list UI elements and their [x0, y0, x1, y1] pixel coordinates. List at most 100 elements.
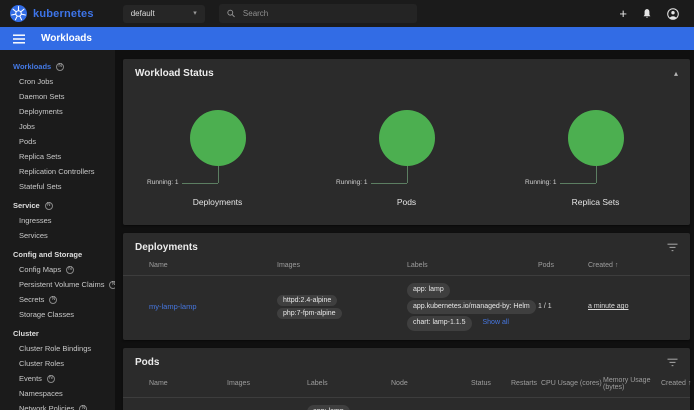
sidebar-item-storage-classes[interactable]: Storage Classes [0, 307, 115, 322]
sidebar-item-daemon-sets[interactable]: Daemon Sets [0, 89, 115, 104]
legend-connector [371, 183, 407, 184]
sidebar-item-namespaces[interactable]: Namespaces [0, 386, 115, 401]
sidebar-item-jobs[interactable]: Jobs [0, 119, 115, 134]
filter-icon[interactable] [667, 243, 678, 252]
legend-connector [218, 166, 219, 183]
namespaced-badge-icon: N [47, 375, 55, 383]
card-title: Pods [135, 357, 159, 368]
sidebar-item-label: Pods [19, 137, 36, 146]
namespaced-badge-icon: N [79, 405, 87, 410]
sidebar-item-cron-jobs[interactable]: Cron Jobs [0, 74, 115, 89]
pie-chart-replica-sets[interactable] [568, 110, 624, 166]
sidebar-item-deployments[interactable]: Deployments [0, 104, 115, 119]
search-bar[interactable] [219, 4, 417, 23]
label-chip: app: lamp [407, 283, 450, 298]
pods-table: Name Images Labels Node Status Restarts … [123, 371, 690, 410]
show-all-link[interactable]: Show all [482, 319, 508, 326]
sidebar-item-cluster-roles[interactable]: Cluster Roles [0, 356, 115, 371]
column-header-created[interactable]: Created ↑ [588, 256, 690, 276]
column-header-cpu-usage[interactable]: CPU Usage (cores) [541, 371, 603, 398]
chart-pods: Running: 1 Pods [312, 82, 501, 215]
column-header-images[interactable]: Images [227, 371, 307, 398]
column-header-created[interactable]: Created ↑ [661, 371, 690, 398]
search-input[interactable] [243, 9, 409, 18]
column-header-labels[interactable]: Labels [307, 371, 391, 398]
sidebar-item-label: Cluster [13, 329, 39, 338]
legend-label: Running: 1 [336, 179, 367, 186]
sidebar-item-label: Deployments [19, 107, 63, 116]
sidebar-item-replication-controllers[interactable]: Replication Controllers [0, 164, 115, 179]
legend-connector [596, 166, 597, 183]
sidebar-item-persistent-volume-claims[interactable]: Persistent Volume Claims N [0, 277, 115, 292]
filter-icon[interactable] [667, 358, 678, 367]
sidebar-item-pods[interactable]: Pods [0, 134, 115, 149]
deployments-card: Deployments Name [123, 233, 690, 340]
sidebar-item-secrets[interactable]: Secrets N [0, 292, 115, 307]
chart-replica-sets: Running: 1 Replica Sets [501, 82, 690, 215]
status-column-header [123, 371, 149, 398]
sidebar-item-label: Service [13, 201, 40, 210]
notifications-bell-icon[interactable] [642, 8, 652, 19]
pie-chart-deployments[interactable] [190, 110, 246, 166]
table-header-row: Name Images Labels Node Status Restarts … [123, 371, 690, 398]
card-title: Workload Status [135, 68, 214, 79]
column-header-restarts[interactable]: Restarts [511, 371, 541, 398]
chart-title: Pods [312, 197, 501, 207]
sidebar-item-replica-sets[interactable]: Replica Sets [0, 149, 115, 164]
sidebar-item-label: Stateful Sets [19, 182, 62, 191]
create-resource-button[interactable]: + [619, 9, 627, 19]
sidebar-item-events[interactable]: Events N [0, 371, 115, 386]
sidebar-item-cluster[interactable]: Cluster [0, 326, 115, 341]
column-header-status[interactable]: Status [471, 371, 511, 398]
legend-connector [407, 166, 408, 183]
deployment-name-link[interactable]: my-lamp-lamp [149, 302, 197, 311]
top-bar: kubernetes default ▾ + [0, 0, 694, 27]
column-header-name[interactable]: Name [149, 256, 277, 276]
user-account-icon[interactable] [667, 8, 679, 20]
sidebar-item-workloads[interactable]: Workloads N [0, 59, 115, 74]
search-icon [227, 9, 235, 18]
sidebar-item-config-maps[interactable]: Config Maps N [0, 262, 115, 277]
workload-status-charts: Running: 1 Deployments Running: 1 Pods R… [123, 82, 690, 225]
label-chip: app: lamp [307, 405, 350, 410]
kubernetes-logo-icon[interactable] [10, 5, 27, 22]
sidebar-item-label: Cluster Roles [19, 359, 64, 368]
sidebar-item-services[interactable]: Services [0, 228, 115, 243]
sort-ascending-icon: ↑ [688, 380, 692, 387]
column-header-pods[interactable]: Pods [538, 256, 588, 276]
sidebar-item-service[interactable]: Service N [0, 198, 115, 213]
sidebar-item-stateful-sets[interactable]: Stateful Sets [0, 179, 115, 194]
chevron-down-icon: ▾ [193, 10, 197, 17]
namespaced-badge-icon: N [66, 266, 74, 274]
sidebar-item-cluster-role-bindings[interactable]: Cluster Role Bindings [0, 341, 115, 356]
sidebar-item-ingresses[interactable]: Ingresses [0, 213, 115, 228]
chart-title: Replica Sets [501, 197, 690, 207]
sidebar-item-label: Persistent Volume Claims [19, 280, 104, 289]
menu-hamburger-icon[interactable] [13, 34, 25, 44]
sidebar-item-label: Config and Storage [13, 250, 82, 259]
column-header-name[interactable]: Name [149, 371, 227, 398]
image-chip: php:7-fpm-alpine [277, 308, 342, 319]
namespace-selector[interactable]: default ▾ [123, 5, 205, 23]
chart-deployments: Running: 1 Deployments [123, 82, 312, 215]
column-header-images[interactable]: Images [277, 256, 407, 276]
pie-chart-pods[interactable] [379, 110, 435, 166]
collapse-chevron-icon[interactable]: ▴ [674, 70, 678, 78]
column-header-node[interactable]: Node [391, 371, 471, 398]
sidebar-item-label: Storage Classes [19, 310, 74, 319]
sidebar-item-label: Namespaces [19, 389, 63, 398]
sidebar-item-network-policies[interactable]: Network Policies N [0, 401, 115, 410]
legend-connector [182, 183, 218, 184]
legend-label: Running: 1 [147, 179, 178, 186]
column-header-labels[interactable]: Labels [407, 256, 538, 276]
table-row: my-lamp-lamp-5fd985cf68-jwvz4 httpd:2.4-… [123, 397, 690, 410]
image-chip: httpd:2.4-alpine [277, 295, 337, 306]
brand-title[interactable]: kubernetes [33, 8, 94, 20]
created-timestamp-link[interactable]: a minute ago [588, 303, 628, 310]
main-content: Workload Status ▴ Running: 1 Deployments… [115, 50, 694, 410]
sidebar-item-config-and-storage[interactable]: Config and Storage [0, 247, 115, 262]
topbar-actions: + [619, 8, 684, 20]
namespaced-badge-icon: N [49, 296, 57, 304]
sidebar-item-label: Network Policies [19, 404, 74, 410]
column-header-memory-usage[interactable]: Memory Usage (bytes) [603, 371, 661, 398]
